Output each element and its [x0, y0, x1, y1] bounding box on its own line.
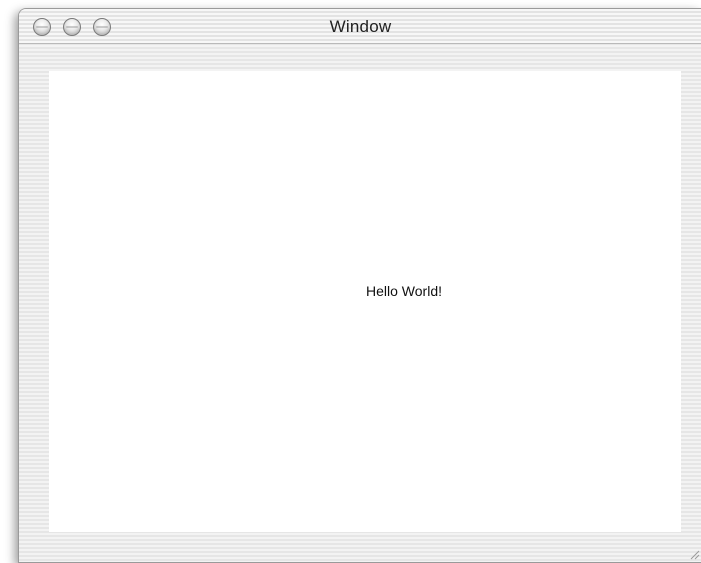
- window-title: Window: [329, 17, 392, 36]
- desktop: Window Hello World!: [0, 0, 701, 563]
- resize-grip-icon[interactable]: [688, 548, 700, 560]
- content-view: Hello World!: [49, 71, 681, 532]
- hello-label: Hello World!: [366, 283, 442, 299]
- app-window: Window Hello World!: [18, 8, 701, 563]
- title-bar[interactable]: Window: [19, 9, 701, 44]
